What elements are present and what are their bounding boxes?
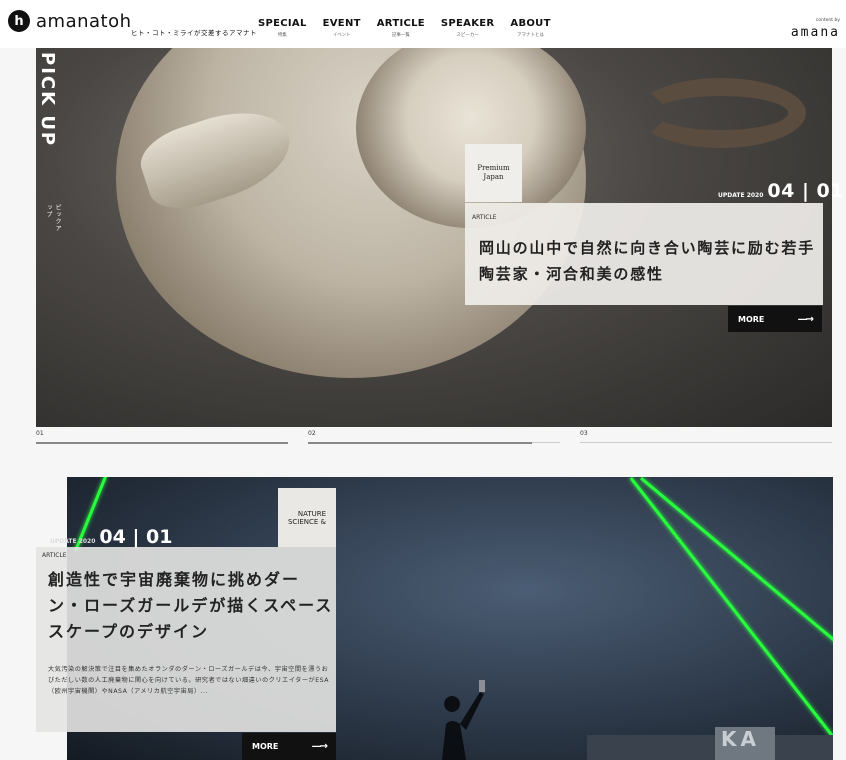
site-tagline: ヒト・コト・ミライが交差するアマナト [131, 29, 257, 37]
arrow-right-icon: —→ [311, 741, 328, 752]
update-value: 04 | 01 [767, 180, 844, 202]
slider-indicator-2[interactable]: 02 [308, 430, 560, 446]
arrow-right-icon: —→ [797, 313, 814, 325]
content-by[interactable]: content by amana [791, 18, 840, 40]
article-description: 大気汚染の解決策で注目を集めたオランダのダーン・ローズガールデは今、宇宙空間を漂… [48, 666, 329, 695]
article-title[interactable]: 創造性で宇宙廃棄物に挑めダーン・ローズガールデが描くスペーススケープのデザイン [48, 567, 334, 645]
pickup-heading: PICK UP ピックアップ [37, 52, 61, 232]
slider-indicator-1[interactable]: 01 [36, 430, 288, 446]
nav-sublabel: イベント [332, 33, 351, 38]
badge-line: Japan [483, 173, 504, 181]
update-date: UPDATE 2020 04 | 01 [50, 526, 172, 548]
site-logo[interactable]: h amanatoh [8, 10, 132, 32]
nav-item-event[interactable]: EVENT イベント [323, 18, 361, 38]
nav-item-special[interactable]: SPECIAL 特集 [258, 18, 307, 38]
update-date: UPDATE 2020 04 | 01 [718, 180, 844, 202]
nav-item-article[interactable]: ARTICLE 記事一覧 [377, 18, 425, 38]
site-header: h amanatoh ヒト・コト・ミライが交差するアマナト SPECIAL 特集… [0, 0, 846, 48]
category-badge[interactable]: Premium Japan [465, 144, 522, 202]
nav-sublabel: 特集 [277, 33, 287, 38]
slider-track [580, 442, 832, 443]
teapot-handle [636, 78, 806, 148]
more-label: MORE [738, 314, 765, 324]
nav-sublabel: アマナトとは [517, 33, 545, 38]
content-by-label: content by [815, 18, 840, 23]
nav-label: SPECIAL [258, 18, 307, 29]
article-tag: ARTICLE [42, 552, 67, 559]
more-label: MORE [252, 742, 279, 751]
feature-more-button[interactable]: MORE —→ [242, 733, 336, 760]
logo-text: amanatoh [36, 10, 132, 32]
slider-progress [36, 442, 288, 444]
nav-sublabel: 記事一覧 [391, 33, 410, 38]
nav-label: SPEAKER [440, 18, 495, 29]
slider-number: 03 [580, 430, 588, 437]
pickup-subtitle: ピックアップ [45, 204, 61, 232]
nav-label: ABOUT [510, 18, 551, 29]
building [587, 735, 833, 760]
nav-label: ARTICLE [376, 18, 425, 29]
logo-mark: h [8, 10, 30, 32]
article-title[interactable]: 岡山の山中で自然に向き合い陶芸に励む若手陶芸家・河合和美の感性 [479, 235, 819, 287]
badge-line: Premium [477, 164, 510, 172]
nav-label: EVENT [322, 18, 361, 29]
update-label: UPDATE 2020 [718, 192, 764, 199]
slider-number: 01 [36, 430, 44, 437]
feature-article-card[interactable]: ARTICLE 創造性で宇宙廃棄物に挑めダーン・ローズガールデが描くスペーススケ… [36, 547, 336, 732]
slider-indicator-3[interactable]: 03 [580, 430, 832, 446]
content-by-brand: amana [790, 25, 840, 40]
badge-text: NATURE SCIENCE & [288, 510, 326, 526]
nav-sublabel: スピーカー [456, 33, 479, 38]
nav-item-about[interactable]: ABOUT アマナトとは [510, 18, 550, 38]
nav-item-speaker[interactable]: SPEAKER スピーカー [441, 18, 494, 38]
hero-article-card[interactable]: ARTICLE 岡山の山中で自然に向き合い陶芸に励む若手陶芸家・河合和美の感性 [465, 203, 823, 305]
badge-line: NATURE [297, 509, 327, 518]
building-sign: KA [715, 727, 775, 760]
update-value: 04 | 01 [99, 526, 173, 548]
category-badge[interactable]: NATURE SCIENCE & [278, 488, 336, 547]
slider-progress [308, 442, 532, 444]
laser-beam [629, 477, 833, 739]
update-label: UPDATE 2020 [50, 538, 96, 545]
pickup-title: PICK UP [37, 52, 58, 148]
hero-more-button[interactable]: MORE —→ [728, 306, 822, 332]
main-nav: SPECIAL 特集 EVENT イベント ARTICLE 記事一覧 SPEAK… [258, 18, 551, 38]
badge-line: SCIENCE & [287, 517, 327, 526]
person-silhouette [442, 680, 485, 760]
slider-number: 02 [308, 430, 316, 437]
laser-beam [640, 477, 833, 692]
article-tag: ARTICLE [472, 214, 497, 221]
